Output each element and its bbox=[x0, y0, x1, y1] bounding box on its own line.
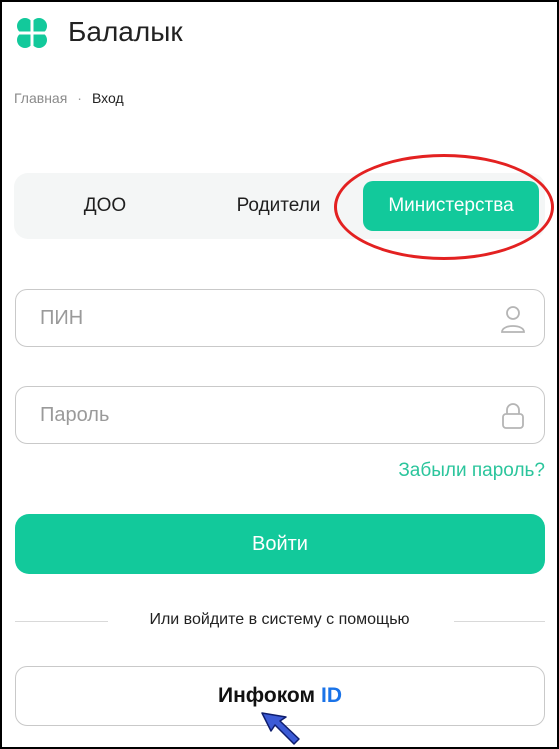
infocom-id-button[interactable]: Инфоком ID bbox=[15, 666, 545, 726]
breadcrumb-current: Вход bbox=[91, 90, 124, 106]
forgot-password-link[interactable]: Забыли пароль? bbox=[398, 460, 545, 482]
password-field[interactable] bbox=[15, 386, 545, 444]
app-title: Балалык bbox=[68, 16, 183, 47]
tab-ministry[interactable]: Министерства bbox=[363, 181, 539, 231]
tab-parents[interactable]: Родители bbox=[196, 181, 361, 231]
page-frame: Балалык Главная · Вход ДОО Родители Мини… bbox=[0, 0, 559, 749]
infocom-id-label: ID bbox=[321, 684, 343, 707]
divider-line-right bbox=[454, 621, 545, 622]
alternative-login-text: Или войдите в систему с помощью bbox=[149, 611, 410, 628]
breadcrumb-home[interactable]: Главная bbox=[14, 90, 67, 106]
lock-icon bbox=[502, 403, 524, 429]
user-icon bbox=[501, 306, 525, 333]
pin-field[interactable] bbox=[15, 289, 545, 347]
password-input[interactable] bbox=[38, 402, 482, 428]
infocom-label: Инфоком bbox=[217, 684, 316, 707]
pin-input[interactable] bbox=[38, 305, 482, 331]
clover-icon bbox=[17, 18, 47, 48]
tab-doo[interactable]: ДОО bbox=[14, 181, 196, 231]
user-type-tabs: ДОО Родители Министерства bbox=[14, 173, 545, 239]
login-button[interactable]: Войти bbox=[15, 514, 545, 574]
breadcrumb: Главная · Вход bbox=[14, 90, 124, 106]
breadcrumb-separator: · bbox=[77, 90, 82, 106]
